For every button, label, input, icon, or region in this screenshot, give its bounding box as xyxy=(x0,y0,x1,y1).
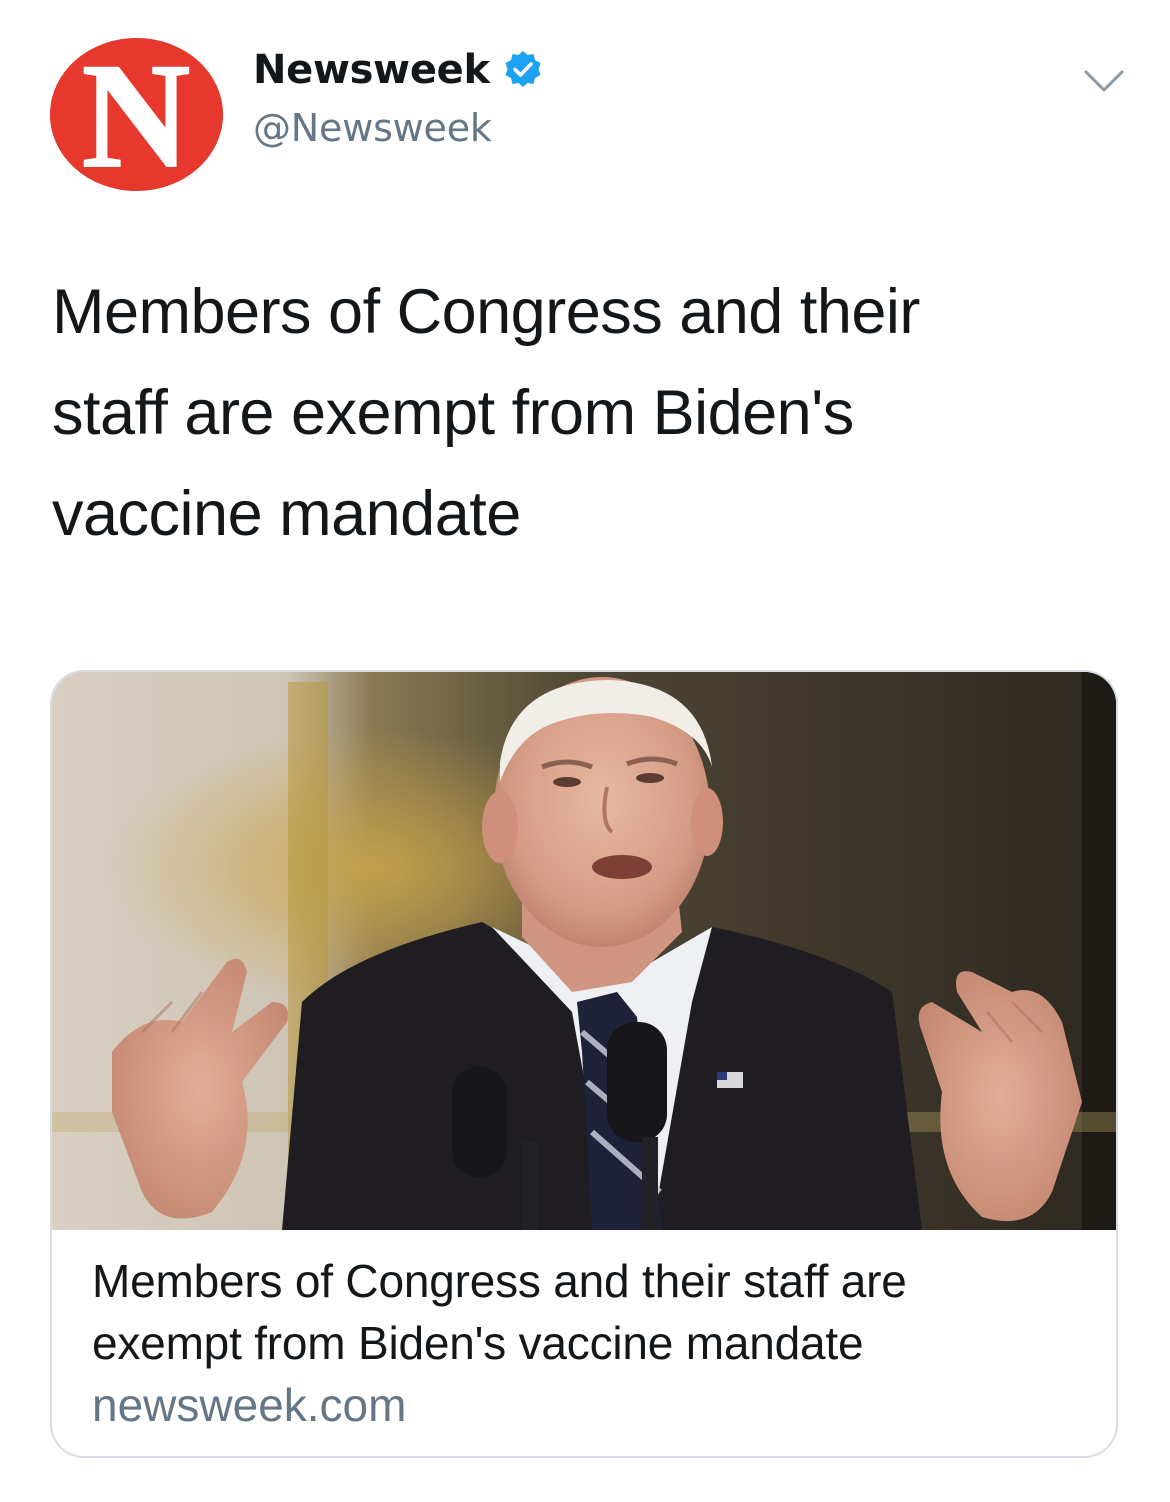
avatar-letter: N xyxy=(82,38,190,191)
link-card[interactable]: Members of Congress and their staff are … xyxy=(50,670,1118,1458)
card-domain[interactable]: newsweek.com xyxy=(92,1378,406,1432)
avatar[interactable]: N xyxy=(50,38,223,191)
user-handle[interactable]: @Newsweek xyxy=(253,106,492,150)
card-title[interactable]: Members of Congress and their staff are … xyxy=(92,1250,1092,1374)
verified-badge-icon xyxy=(502,49,544,91)
tweet: N Newsweek @Newsweek Members of Congress… xyxy=(0,0,1170,1502)
display-name[interactable]: Newsweek xyxy=(253,47,490,93)
card-title-line: exempt from Biden's vaccine mandate xyxy=(92,1317,864,1369)
tweet-text-line: vaccine mandate xyxy=(52,479,521,549)
tweet-text-line: Members of Congress and their xyxy=(52,277,920,347)
display-name-row: Newsweek xyxy=(253,44,544,96)
chevron-down-icon[interactable] xyxy=(1080,66,1128,96)
article-photo[interactable] xyxy=(52,672,1116,1230)
card-title-line: Members of Congress and their staff are xyxy=(92,1255,907,1307)
newsweek-logo: N xyxy=(50,38,223,191)
tweet-text-line: staff are exempt from Biden's xyxy=(52,378,854,448)
tweet-text: Members of Congress and their staff are … xyxy=(52,262,1132,565)
